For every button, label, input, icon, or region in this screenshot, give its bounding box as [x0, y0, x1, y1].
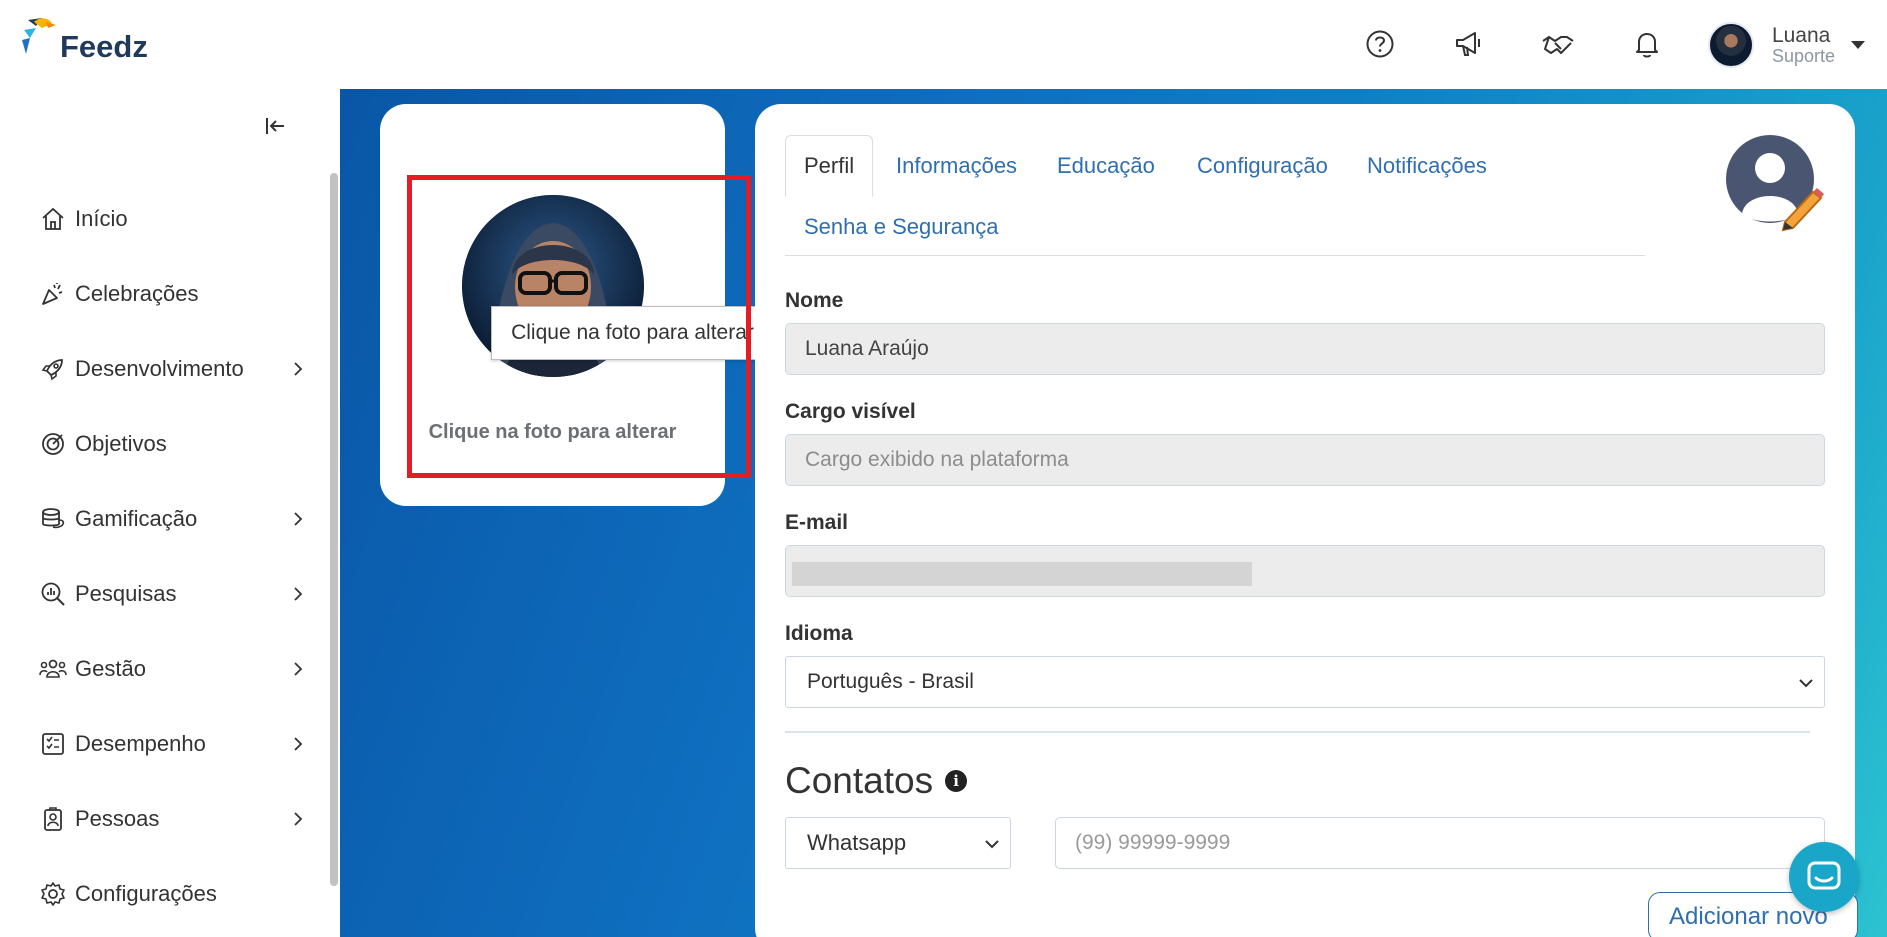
chevron-down-icon [1798, 673, 1814, 699]
photo-card: Clique na foto para alterar Clique na fo… [380, 104, 774, 506]
chevron-right-icon [288, 734, 308, 754]
job-label: Cargo visível [785, 400, 916, 423]
user-role: Suporte [1771, 45, 1835, 66]
chevron-right-icon [288, 359, 308, 379]
badge-icon [38, 804, 68, 834]
language-label: Idioma [785, 622, 853, 645]
sidebar-item-label: Pessoas [75, 805, 160, 831]
user-name: Luana [1771, 23, 1831, 47]
home-icon [38, 204, 68, 234]
chevron-right-icon [288, 584, 308, 604]
feedz-logo[interactable]: Feedz [18, 16, 148, 64]
sidebar-item-pessoas[interactable]: Pessoas [38, 781, 308, 856]
sidebar-item-label: Configurações [75, 880, 217, 906]
contact-type-value: Whatsapp [807, 830, 907, 855]
sidebar-item-configuracoes[interactable]: Configurações [38, 856, 308, 931]
logo-text: Feedz [60, 29, 148, 64]
survey-icon [38, 579, 68, 609]
target-icon [38, 429, 68, 459]
sidebar-item-label: Gamificação [75, 505, 198, 531]
sidebar-item-pesquisas[interactable]: Pesquisas [38, 556, 308, 631]
chat-icon [1807, 861, 1841, 890]
sidebar-item-desenvolvimento[interactable]: Desenvolvimento [38, 331, 308, 406]
sidebar-item-label: Objetivos [75, 430, 167, 456]
tab-senha-seguranca[interactable]: Senha e Segurança [804, 214, 999, 240]
sidebar-item-label: Pesquisas [75, 580, 177, 606]
checklist-icon [38, 729, 68, 759]
profile-tabs: Perfil Informações Educação Configuração… [785, 134, 1645, 256]
profile-card: Perfil Informações Educação Configuração… [755, 104, 1858, 937]
chevron-right-icon [288, 509, 308, 529]
bell-icon[interactable] [1627, 24, 1667, 64]
logo-bird-icon [18, 16, 58, 64]
contact-type-select[interactable]: Whatsapp [785, 817, 1011, 869]
sidebar-item-label: Gestão [75, 655, 146, 681]
sidebar-item-label: Início [75, 205, 128, 231]
job-field[interactable]: Cargo exibido na plataforma [785, 434, 1825, 486]
email-field[interactable] [785, 545, 1825, 597]
sidebar-item-objetivos[interactable]: Objetivos [38, 406, 308, 481]
tab-educacao[interactable]: Educação [1057, 153, 1155, 179]
coins-icon [38, 504, 68, 534]
redacted-email [792, 562, 1252, 586]
tab-notificacoes[interactable]: Notificações [1367, 153, 1487, 179]
top-header: Feedz Luana Suporte [0, 0, 1887, 89]
contacts-title: Contatos i [785, 760, 968, 802]
rocket-icon [38, 354, 68, 384]
user-menu[interactable]: Luana Suporte [1707, 22, 1865, 68]
sidebar-item-gamificacao[interactable]: Gamificação [38, 481, 308, 556]
name-label: Nome [785, 289, 844, 312]
caret-down-icon [1851, 41, 1865, 49]
divider [785, 731, 1810, 733]
language-select[interactable]: Português - Brasil [785, 656, 1825, 708]
party-icon [38, 279, 68, 309]
sidebar-item-inicio[interactable]: Início [38, 181, 308, 256]
phone-input[interactable]: (99) 99999-9999 [1055, 817, 1825, 869]
chevron-right-icon [288, 809, 308, 829]
sidebar-item-celebracoes[interactable]: Celebrações [38, 256, 308, 331]
chevron-down-icon [984, 834, 1000, 860]
chevron-right-icon [288, 659, 308, 679]
collapse-sidebar-icon[interactable] [264, 115, 286, 143]
avatar-edit-icon[interactable] [1725, 134, 1825, 234]
handshake-icon[interactable] [1538, 24, 1578, 64]
megaphone-icon[interactable] [1449, 24, 1489, 64]
language-value: Português - Brasil [807, 670, 974, 693]
sidebar-item-label: Desenvolvimento [75, 355, 244, 381]
sidebar-item-label: Desempenho [75, 730, 206, 756]
sidebar-item-label: Celebrações [75, 280, 199, 306]
photo-tooltip: Clique na foto para alterar [491, 306, 774, 360]
info-icon[interactable]: i [945, 770, 968, 792]
gear-icon [38, 879, 68, 909]
sidebar-nav: Início Celebrações Desenvolvimento Objet… [38, 181, 308, 931]
sidebar-scrollbar[interactable] [330, 173, 338, 886]
contacts-title-text: Contatos [785, 760, 934, 801]
chat-button[interactable] [1789, 842, 1859, 912]
sidebar: Início Celebrações Desenvolvimento Objet… [0, 89, 340, 937]
main-content: Clique na foto para alterar Clique na fo… [340, 89, 1887, 937]
sidebar-item-gestao[interactable]: Gestão [38, 631, 308, 706]
tab-informacoes[interactable]: Informações [896, 153, 1017, 179]
photo-caption: Clique na foto para alterar [428, 421, 677, 443]
sidebar-item-desempenho[interactable]: Desempenho [38, 706, 308, 781]
avatar [1707, 22, 1754, 68]
help-icon[interactable] [1360, 24, 1400, 64]
people-icon [38, 654, 68, 684]
name-field[interactable]: Luana Araújo [785, 323, 1825, 375]
email-label: E-mail [785, 511, 849, 534]
tab-perfil[interactable]: Perfil [785, 135, 874, 197]
tab-configuracao[interactable]: Configuração [1197, 153, 1328, 179]
